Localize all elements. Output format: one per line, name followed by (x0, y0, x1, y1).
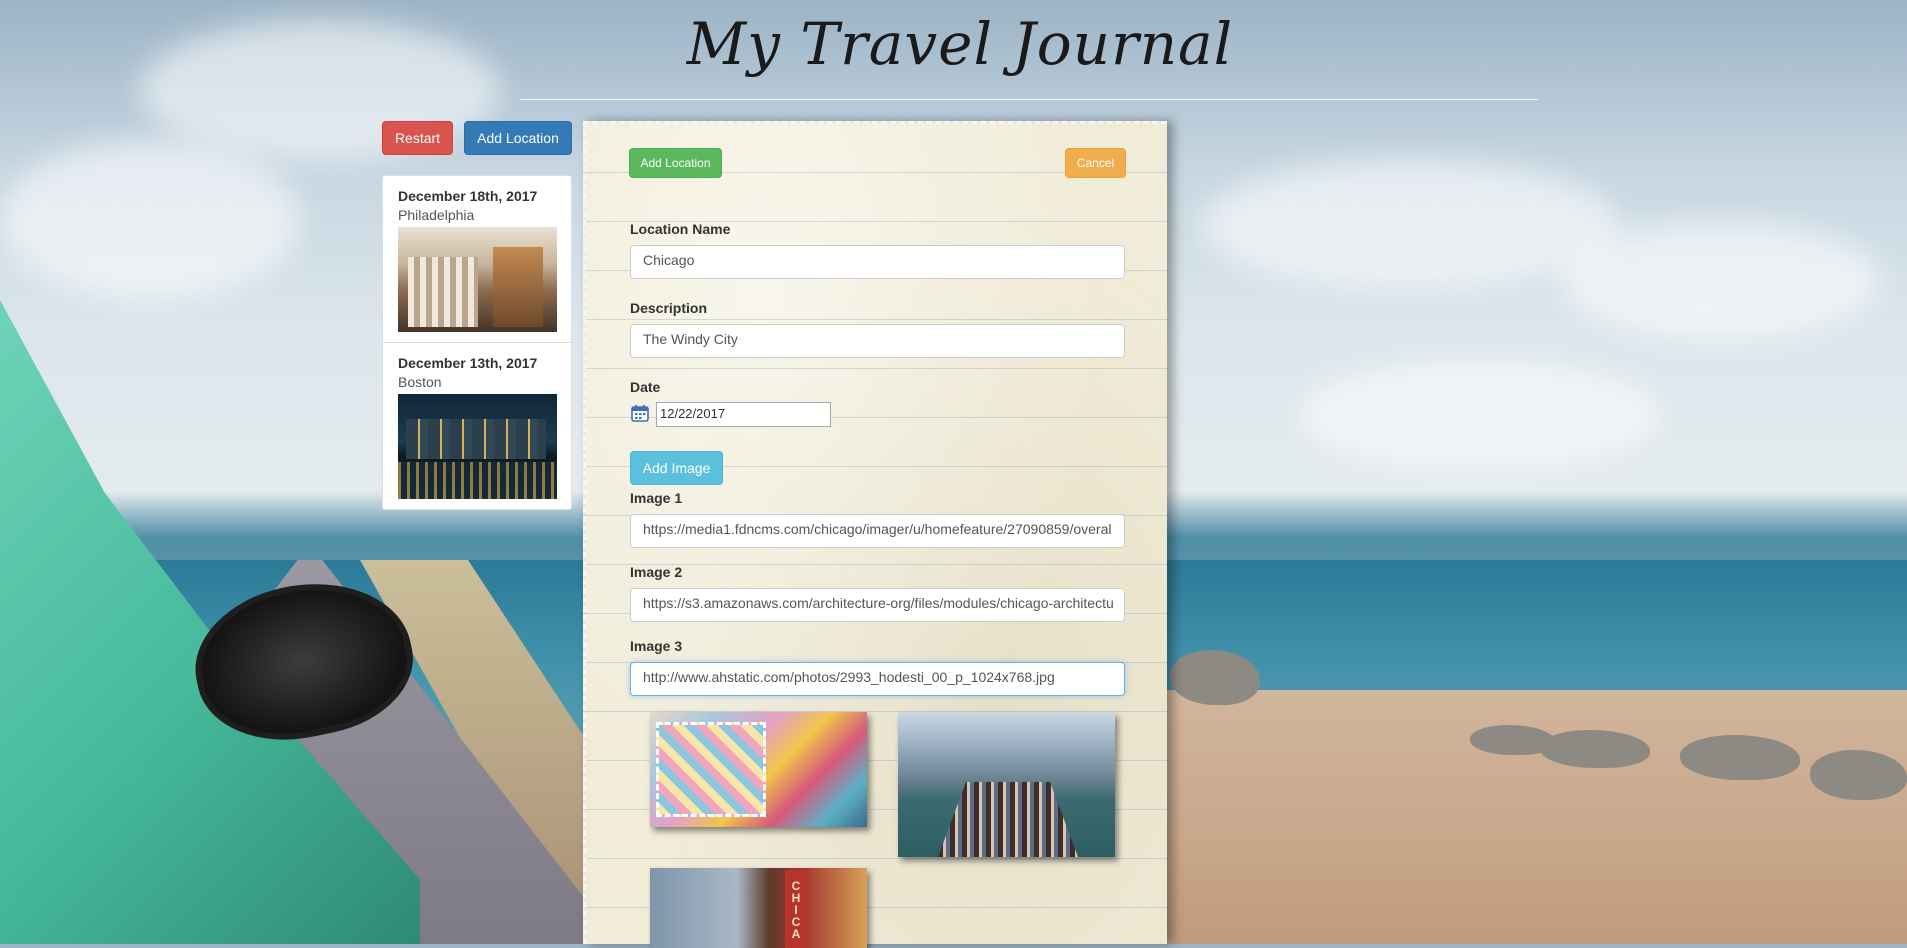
calendar-icon[interactable] (631, 404, 649, 422)
description-label: Description (630, 300, 708, 316)
page-title: My Travel Journal (686, 10, 1234, 78)
location-thumbnail-philadelphia[interactable] (398, 227, 557, 332)
image-1-url-input[interactable]: https://media1.fdncms.com/chicago/imager… (630, 514, 1125, 548)
image-3-label: Image 3 (630, 638, 683, 654)
location-item-boston[interactable]: December 13th, 2017 Boston (383, 343, 571, 509)
location-form-panel: Add Location Cancel Location Name Chicag… (583, 121, 1167, 948)
location-city: Boston (398, 374, 442, 390)
background-cloud (1560, 220, 1880, 340)
background-rock (1540, 730, 1650, 768)
description-input[interactable]: The Windy City (630, 324, 1125, 358)
image-3-url-input[interactable]: http://www.ahstatic.com/photos/2993_hode… (630, 662, 1125, 696)
add-location-button[interactable]: Add Location (464, 121, 572, 155)
location-list: December 18th, 2017 Philadelphia Decembe… (382, 175, 572, 510)
date-input[interactable]: 12/22/2017 (656, 402, 831, 427)
form-add-location-button[interactable]: Add Location (629, 148, 722, 178)
location-name-input[interactable]: Chicago (630, 245, 1125, 279)
header-divider (520, 99, 1538, 100)
image-1-label: Image 1 (630, 490, 683, 506)
location-date: December 13th, 2017 (398, 355, 538, 371)
image-preview-2 (898, 712, 1115, 857)
image-preview-1 (650, 712, 867, 827)
image-2-label: Image 2 (630, 564, 683, 580)
location-item-philadelphia[interactable]: December 18th, 2017 Philadelphia (383, 176, 571, 343)
background-cloud (1200, 160, 1620, 290)
restart-button[interactable]: Restart (382, 121, 453, 155)
background-cloud (1300, 360, 1660, 470)
image-preview-3 (650, 868, 867, 948)
background-cloud (0, 140, 300, 300)
date-label: Date (630, 379, 661, 395)
location-city: Philadelphia (398, 207, 475, 223)
location-thumbnail-boston[interactable] (398, 394, 557, 499)
image-2-url-input[interactable]: https://s3.amazonaws.com/architecture-or… (630, 588, 1125, 622)
location-date: December 18th, 2017 (398, 188, 538, 204)
location-name-label: Location Name (630, 221, 731, 237)
add-image-button[interactable]: Add Image (630, 451, 723, 485)
cancel-button[interactable]: Cancel (1065, 148, 1126, 178)
